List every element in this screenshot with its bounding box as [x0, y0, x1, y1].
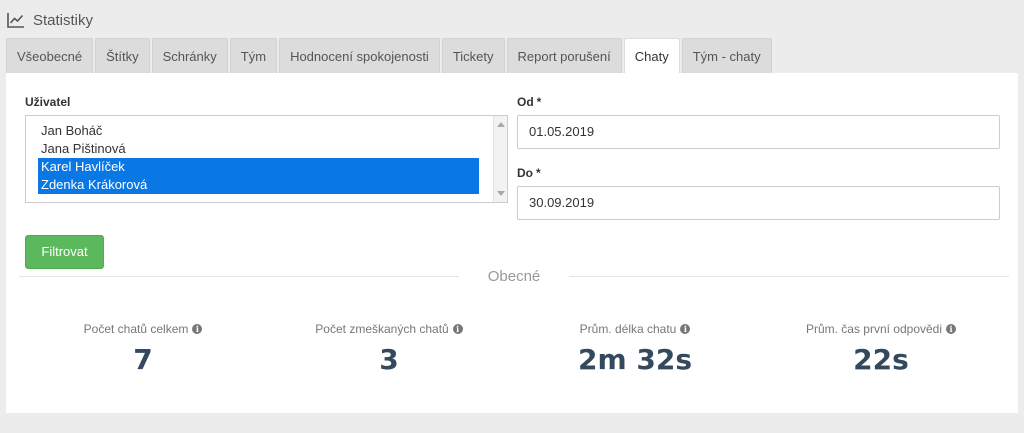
scroll-down-icon[interactable] — [497, 191, 505, 196]
tab-report-poruseni[interactable]: Report porušení — [506, 38, 622, 73]
stat-label-wrap: Počet chatů celkem i — [23, 321, 263, 337]
stat-value: 3 — [379, 343, 399, 376]
stat-label: Prům. délka chatu — [579, 322, 677, 336]
required-mark: * — [536, 95, 542, 109]
user-option[interactable]: Jan Boháč — [38, 122, 479, 140]
user-option[interactable]: Jana Pištinová — [38, 140, 479, 158]
divider-left — [19, 276, 459, 277]
filter-button[interactable]: Filtrovat — [25, 235, 104, 269]
tab-tym[interactable]: Tým — [229, 38, 278, 73]
tab-vseobecne[interactable]: Všeobecné — [6, 38, 94, 73]
line-chart-icon — [7, 13, 24, 28]
info-icon[interactable]: i — [192, 324, 203, 334]
date-from-input[interactable]: 01.05.2019 — [517, 115, 1000, 149]
from-label-text: Od — [517, 95, 534, 109]
stat-total-chats: Počet chatů celkem i 7 — [23, 321, 263, 376]
page-title: Statistiky — [33, 11, 94, 29]
content-panel: Uživatel Jan Boháč Jana Pištinová Karel … — [6, 73, 1018, 413]
tab-chaty[interactable]: Chaty — [623, 38, 680, 73]
stat-value: 2m 32s — [577, 343, 693, 376]
date-to-input[interactable]: 30.09.2019 — [517, 186, 1000, 220]
stat-missed-chats: Počet zmeškaných chatů i 3 — [269, 321, 509, 376]
stat-value: 7 — [133, 343, 153, 376]
tab-tickety[interactable]: Tickety — [441, 38, 505, 73]
from-label: Od * — [517, 95, 541, 109]
to-label-text: Do — [517, 166, 533, 180]
info-icon[interactable]: i — [680, 324, 691, 334]
page-header: Statistiky — [7, 10, 93, 30]
stat-label: Počet chatů celkem — [83, 322, 189, 336]
section-title: Obecné — [487, 268, 541, 285]
divider-right — [569, 276, 1009, 277]
tab-schranky[interactable]: Schránky — [151, 38, 228, 73]
user-multiselect[interactable]: Jan Boháč Jana Pištinová Karel Havlíček … — [25, 115, 508, 203]
required-mark: * — [536, 166, 541, 180]
user-label: Uživatel — [25, 95, 71, 109]
stat-value: 22s — [853, 343, 909, 376]
stat-label-wrap: Prům. čas první odpovědi i — [761, 321, 1001, 337]
stat-avg-chat-length: Prům. délka chatu i 2m 32s — [515, 321, 755, 376]
stat-label: Počet zmeškaných chatů — [315, 322, 449, 336]
listbox-scrollbar[interactable] — [493, 116, 507, 202]
to-label: Do * — [517, 166, 541, 180]
stat-label-wrap: Počet zmeškaných chatů i — [269, 321, 509, 337]
stat-avg-first-response: Prům. čas první odpovědi i 22s — [761, 321, 1001, 376]
tab-bar: Všeobecné Štítky Schránky Tým Hodnocení … — [6, 38, 774, 73]
tab-tym-chaty[interactable]: Tým - chaty — [681, 38, 772, 73]
scroll-up-icon[interactable] — [497, 122, 505, 127]
info-icon[interactable]: i — [946, 324, 957, 334]
tab-hodnoceni-spokojenosti[interactable]: Hodnocení spokojenosti — [279, 38, 440, 73]
stat-label: Prům. čas první odpovědi — [805, 322, 943, 336]
user-option-selected[interactable]: Zdenka Krákorová — [38, 176, 479, 194]
user-option-selected[interactable]: Karel Havlíček — [38, 158, 479, 176]
tab-stitky[interactable]: Štítky — [95, 38, 150, 73]
info-icon[interactable]: i — [452, 324, 463, 334]
stat-label-wrap: Prům. délka chatu i — [515, 321, 755, 337]
